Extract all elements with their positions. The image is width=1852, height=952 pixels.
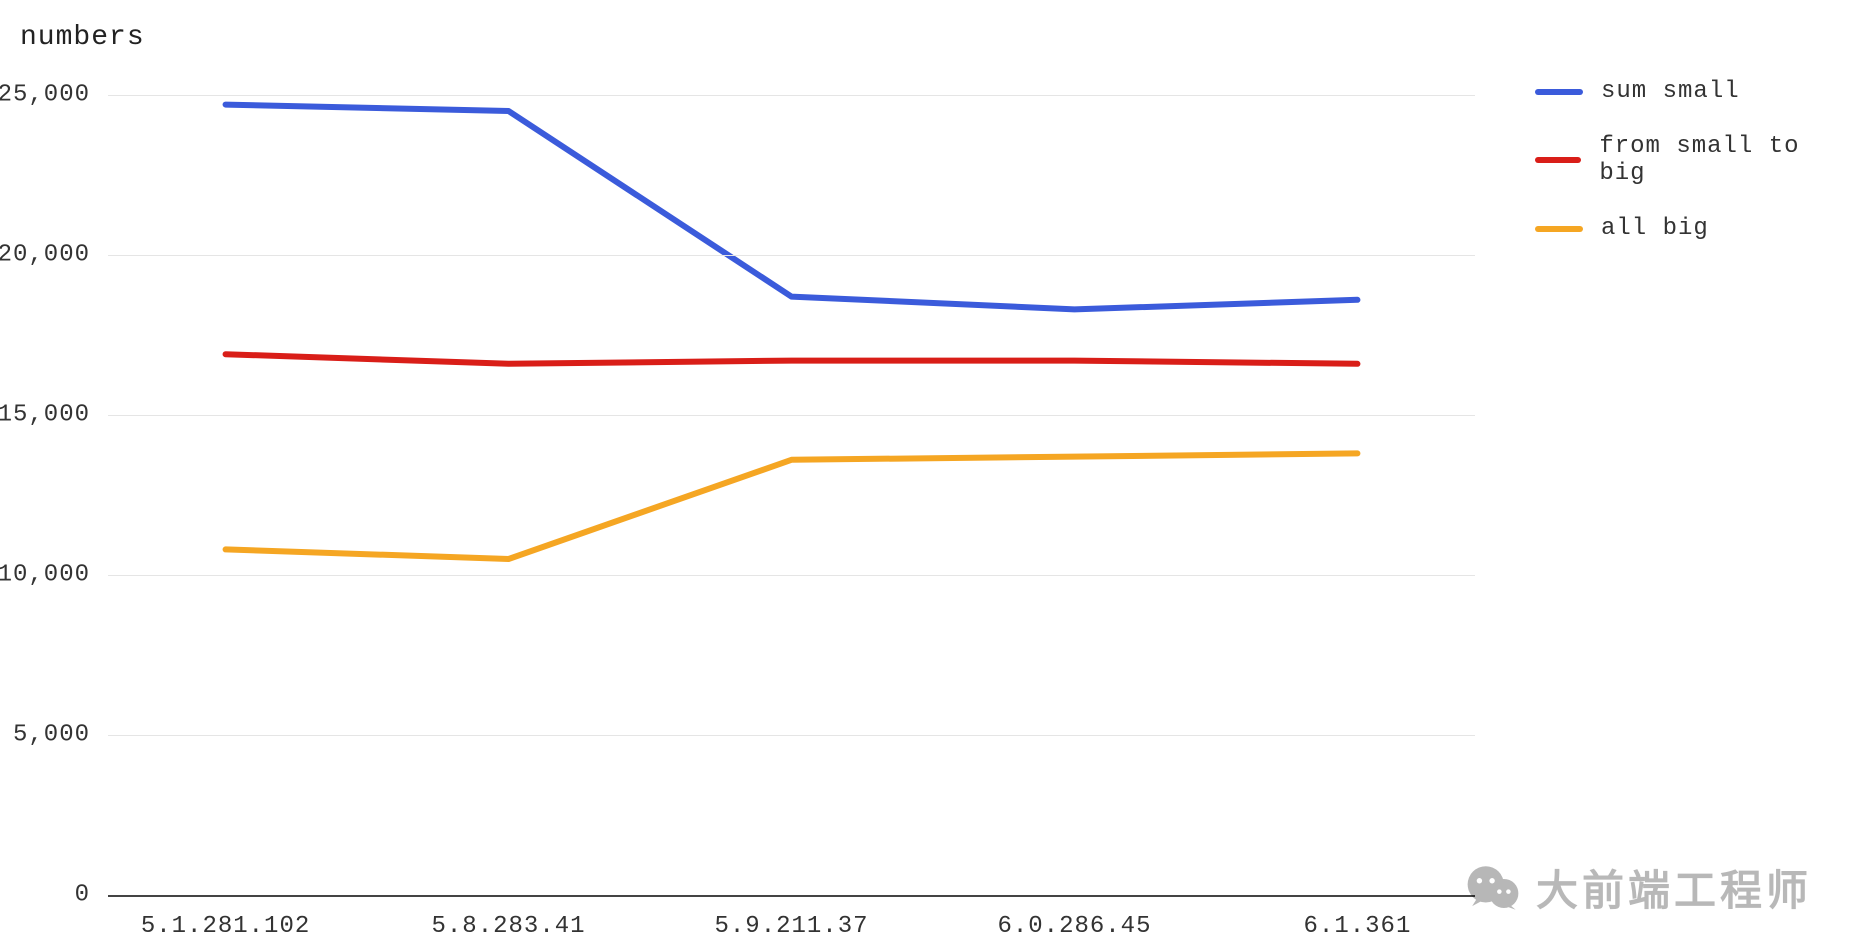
y-axis-tick-label: 20,000 — [0, 242, 90, 269]
series-line — [226, 453, 1358, 559]
gridline — [108, 735, 1475, 736]
series-line — [226, 354, 1358, 364]
watermark: 大前端工程师 — [1464, 857, 1812, 918]
legend-swatch — [1535, 89, 1583, 95]
x-axis-tick-label: 5.1.281.102 — [141, 913, 310, 940]
gridline — [108, 415, 1475, 416]
legend-item: all big — [1535, 215, 1852, 242]
x-axis-tick-label: 5.9.211.37 — [714, 913, 868, 940]
chart-plot-area: 05,00010,00015,00020,00025,0005.1.281.10… — [108, 95, 1475, 897]
gridline — [108, 255, 1475, 256]
y-axis-tick-label: 0 — [75, 882, 90, 909]
x-axis-tick-label: 5.8.283.41 — [432, 913, 586, 940]
gridline — [108, 575, 1475, 576]
y-axis-tick-label: 15,000 — [0, 402, 90, 429]
legend-label: sum small — [1601, 78, 1740, 105]
gridline — [108, 95, 1475, 96]
legend-item: sum small — [1535, 78, 1852, 105]
chart-lines — [108, 95, 1475, 895]
y-axis-tick-label: 10,000 — [0, 562, 90, 589]
series-line — [226, 105, 1358, 310]
chart-title: numbers — [20, 22, 145, 53]
legend-label: all big — [1601, 215, 1709, 242]
y-axis-tick-label: 25,000 — [0, 82, 90, 109]
legend-swatch — [1535, 157, 1581, 163]
legend-swatch — [1535, 226, 1583, 232]
chart-legend: sum small from small to big all big — [1535, 78, 1852, 270]
watermark-text: 大前端工程师 — [1536, 857, 1812, 918]
x-axis-tick-label: 6.1.361 — [1304, 913, 1412, 940]
x-axis-tick-label: 6.0.286.45 — [997, 913, 1151, 940]
y-axis-tick-label: 5,000 — [13, 722, 90, 749]
legend-item: from small to big — [1535, 133, 1852, 187]
legend-label: from small to big — [1599, 133, 1852, 187]
